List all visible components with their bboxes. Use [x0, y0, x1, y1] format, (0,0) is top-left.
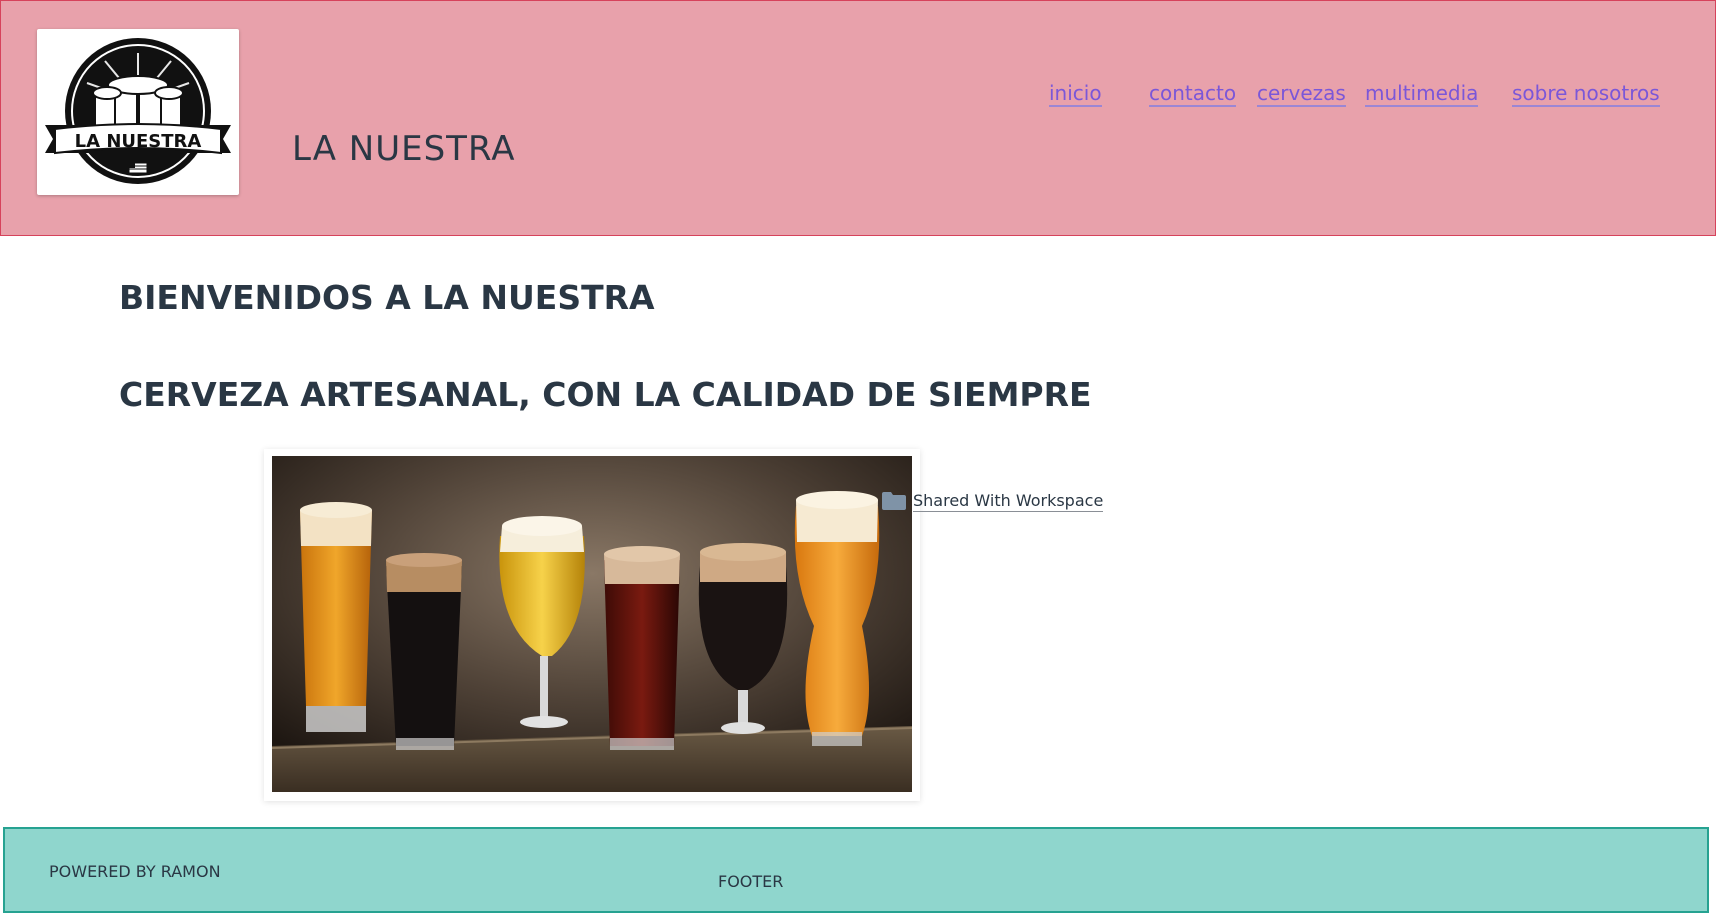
site-title: LA NUESTRA	[292, 129, 516, 169]
site-header: LA NUESTRA LA NUESTRA inicio contacto ce…	[0, 0, 1716, 236]
welcome-heading: BIENVENIDOS A LA NUESTRA	[119, 278, 655, 317]
beer-glasses-photo	[264, 449, 920, 801]
beer-mugs-logo-icon: LA NUESTRA	[45, 38, 231, 184]
folder-icon	[882, 492, 906, 510]
powered-by-text: POWERED BY RAMON	[49, 862, 221, 881]
nav-link-sobre-nosotros[interactable]: sobre nosotros	[1512, 81, 1660, 107]
shared-with-workspace-label: Shared With Workspace	[913, 491, 1104, 512]
nav-link-inicio[interactable]: inicio	[1049, 81, 1102, 107]
nav-link-multimedia[interactable]: multimedia	[1365, 81, 1479, 107]
site-logo[interactable]: LA NUESTRA	[37, 29, 239, 195]
nav-link-cervezas[interactable]: cervezas	[1257, 81, 1346, 107]
nav-link-contacto[interactable]: contacto	[1149, 81, 1237, 107]
logo-text: LA NUESTRA	[75, 131, 202, 152]
shared-with-workspace-link[interactable]: Shared With Workspace	[881, 490, 1104, 512]
tagline-heading: CERVEZA ARTESANAL, CON LA CALIDAD DE SIE…	[119, 375, 1092, 414]
beer-glasses-image	[272, 456, 912, 792]
footer-label: FOOTER	[718, 872, 784, 891]
site-footer: POWERED BY RAMON FOOTER	[3, 827, 1709, 913]
